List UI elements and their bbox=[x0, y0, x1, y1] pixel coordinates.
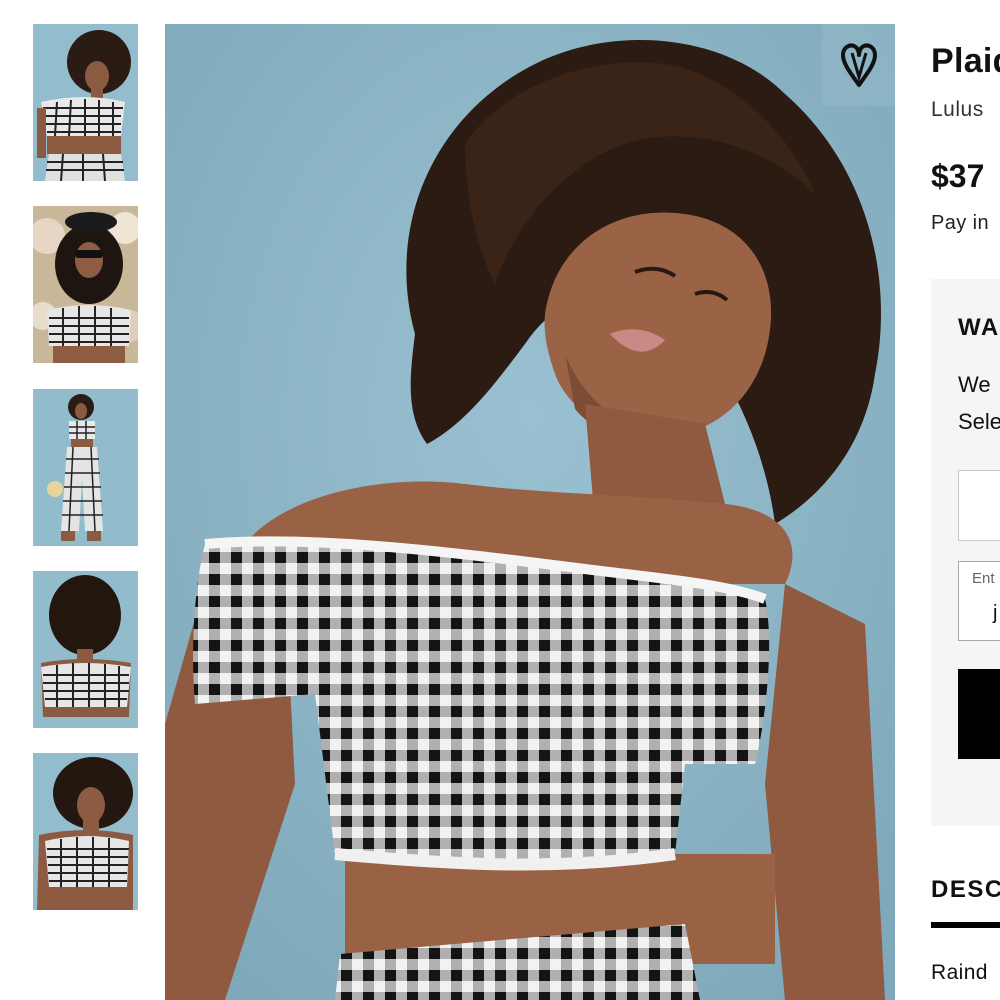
size-select[interactable]: ⌄ bbox=[958, 470, 1000, 541]
main-product-image[interactable] bbox=[165, 24, 895, 1000]
thumbnail-sunglasses-hat[interactable] bbox=[33, 206, 138, 363]
model-photo bbox=[165, 24, 895, 1000]
notify-me-button[interactable] bbox=[958, 669, 1000, 759]
description-text: Raind bbox=[931, 961, 988, 984]
product-title: Plaid bbox=[931, 42, 1000, 80]
email-field-value[interactable]: j bbox=[993, 602, 997, 625]
waitlist-title: WA bbox=[958, 314, 1000, 341]
product-page: Plaid Lulus $37 Pay in WA We Sele ⌄ Ent … bbox=[0, 0, 1000, 1000]
thumbnail-front-closeup[interactable] bbox=[33, 753, 138, 910]
email-field-label: Ent bbox=[972, 570, 995, 587]
wishlist-button[interactable] bbox=[822, 24, 895, 106]
tab-description-underline bbox=[931, 922, 1000, 928]
waitlist-select-prompt: Sele bbox=[958, 409, 1000, 434]
tab-description[interactable]: DESC bbox=[931, 876, 1000, 904]
product-price: $37 bbox=[931, 158, 985, 194]
thumbnail-back-view[interactable] bbox=[33, 571, 138, 728]
thumbnail-full-body[interactable] bbox=[33, 389, 138, 546]
email-field[interactable]: Ent j bbox=[958, 561, 1000, 641]
product-info-panel: Plaid Lulus $37 Pay in WA We Sele ⌄ Ent … bbox=[931, 0, 1000, 1000]
product-brand[interactable]: Lulus bbox=[931, 98, 984, 122]
waitlist-message: We bbox=[958, 372, 991, 397]
heart-outline-icon bbox=[840, 43, 877, 87]
pay-in-installments-text: Pay in bbox=[931, 212, 989, 234]
thumbnail-front-pose[interactable] bbox=[33, 24, 138, 181]
